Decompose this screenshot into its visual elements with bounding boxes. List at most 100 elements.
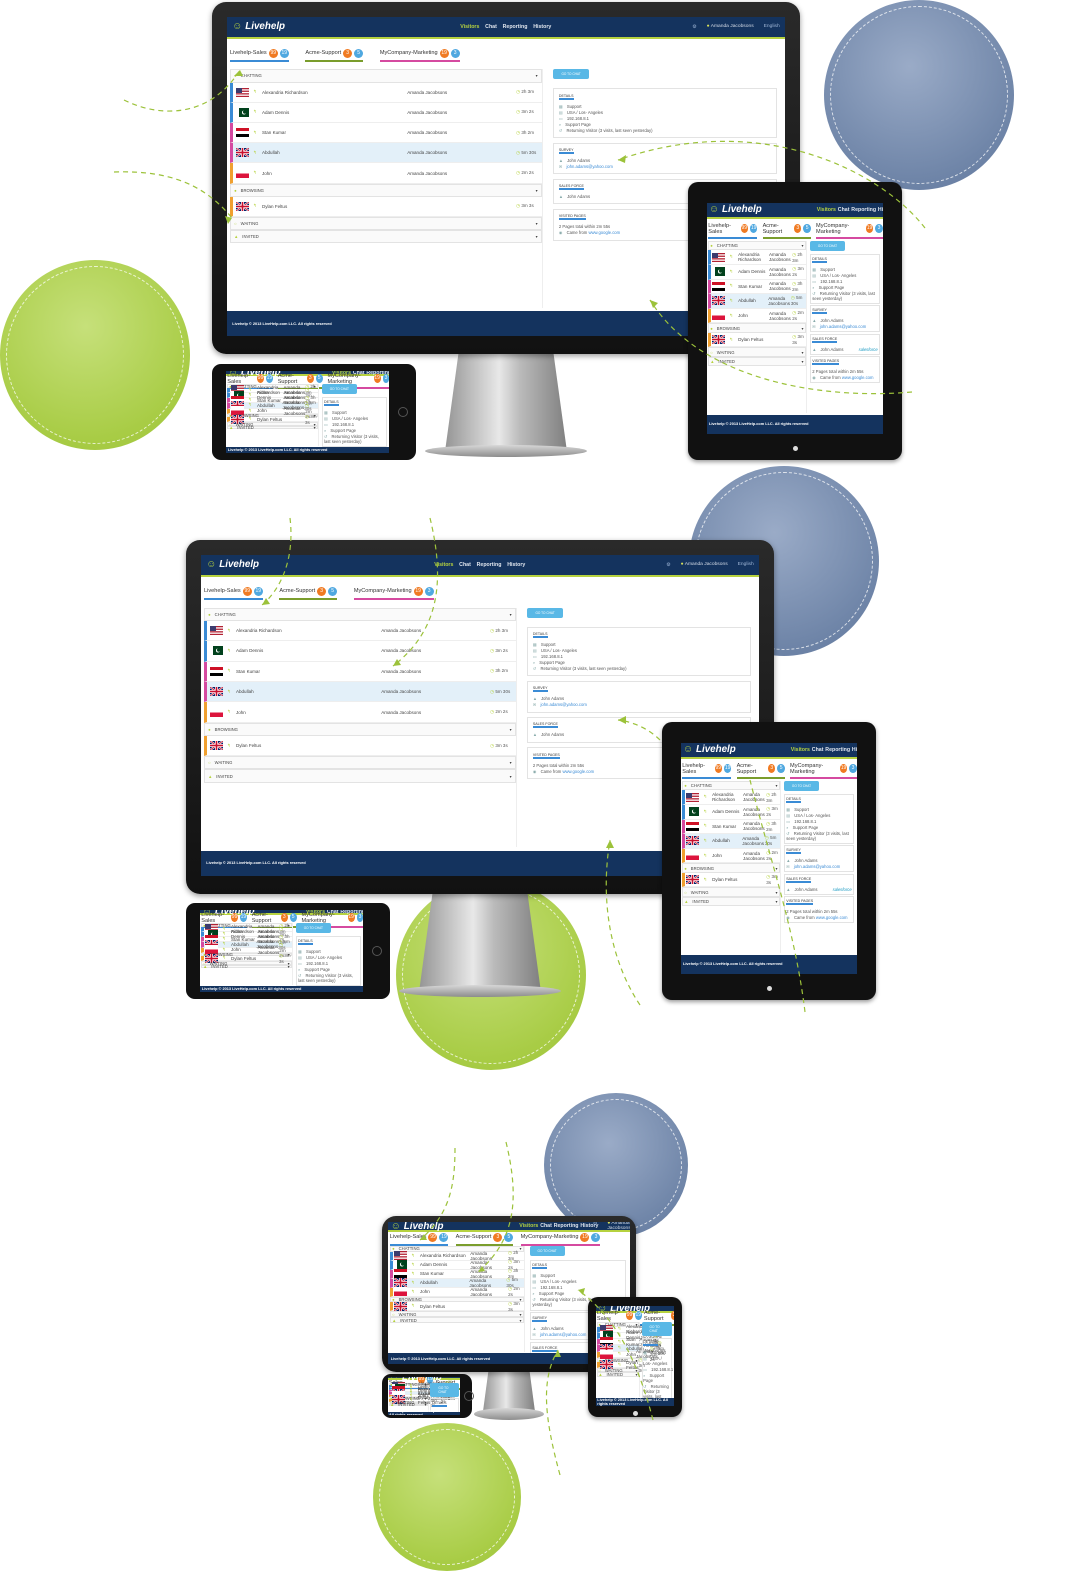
go-to-chat-button[interactable]: GO TO CHAT bbox=[553, 69, 589, 80]
visitor-row[interactable]: ↰AbdullahAmanda Jacobsons5m 30s bbox=[204, 682, 516, 703]
nav-chat[interactable]: Chat bbox=[838, 207, 850, 213]
section-chatting[interactable]: ● CHATTING ▾ bbox=[204, 607, 516, 621]
logo[interactable]: ☺Livehelp bbox=[683, 744, 736, 755]
go-to-chat-button[interactable]: GO TO CHAT bbox=[321, 384, 357, 395]
logo[interactable]: ☺Livehelp bbox=[232, 21, 285, 32]
section-invited[interactable]: ▲ INVITED ▾ bbox=[389, 1317, 524, 1323]
tab-acme-support[interactable]: Acme-Support35 bbox=[762, 223, 811, 239]
section-browsing[interactable]: ● BROWSING ▾ bbox=[708, 323, 806, 333]
tab-livehelp-sales[interactable]: Livehelp-Sales9919 bbox=[230, 48, 289, 62]
visitor-row[interactable]: ↰Adam DennisAmanda Jacobsons3m 2s bbox=[708, 264, 806, 280]
nav-visitors[interactable]: Visitors bbox=[817, 207, 836, 213]
visitor-row[interactable]: ↰Stan KumarAmanda Jacobsons3h 2m bbox=[682, 819, 780, 835]
section-chatting[interactable]: ● CHATTING ▾ bbox=[682, 780, 780, 791]
logo[interactable]: ☺Livehelp bbox=[391, 1222, 444, 1231]
settings-icon[interactable]: ⚙ bbox=[666, 562, 670, 568]
go-to-chat-button[interactable]: GO TO CHAT bbox=[430, 1383, 460, 1398]
section-chatting[interactable]: ● CHATTING ▾ bbox=[230, 69, 542, 83]
section-invited[interactable]: ▲ INVITED ▾ bbox=[204, 769, 516, 783]
nav-reporting[interactable]: Reporting bbox=[554, 1223, 579, 1229]
tab-acme-support[interactable]: Acme-Support35 bbox=[305, 48, 364, 62]
logo[interactable]: ☺Livehelp bbox=[206, 559, 259, 570]
visitor-row[interactable]: ↰Alexandria RichardsonAmanda Jacobsons2h… bbox=[204, 620, 516, 642]
tab-livehelp-sales[interactable]: Livehelp-Sales9919 bbox=[682, 763, 732, 779]
visitor-row[interactable]: ↰JohnAmanda Jacobsons2m 2s bbox=[682, 848, 780, 864]
visitor-row[interactable]: ↰AbdullahAmanda Jacobsons5m 30s bbox=[708, 294, 806, 309]
nav-chat[interactable]: Chat bbox=[540, 1223, 552, 1229]
nav-visitors[interactable]: Visitors bbox=[434, 562, 453, 568]
section-browsing[interactable]: ● BROWSING ▾ bbox=[230, 183, 542, 197]
nav-visitors[interactable]: Visitors bbox=[791, 747, 810, 753]
language-select[interactable]: English bbox=[764, 24, 780, 30]
visitor-row[interactable]: ↰Adam DennisAmanda Jacobsons3m 2s bbox=[682, 804, 780, 820]
visitor-row[interactable]: ↰Dylan Feltus3m 3s bbox=[389, 1301, 524, 1312]
section-invited[interactable]: ▲ INVITED ▾ bbox=[227, 425, 318, 430]
tab-acme-support[interactable]: Acme-Support35 bbox=[279, 586, 338, 600]
nav-visitors[interactable]: Visitors bbox=[519, 1223, 538, 1229]
section-browsing[interactable]: ● BROWSING ▾ bbox=[204, 722, 516, 736]
visitor-row[interactable]: ↰JohnAmanda Jacobsons2m 2s bbox=[230, 163, 542, 184]
go-to-chat-button[interactable]: GO TO CHAT bbox=[809, 240, 846, 251]
visitor-row[interactable]: ↰Dylan Feltus3m 3s bbox=[204, 735, 516, 757]
go-to-chat-button[interactable]: GO TO CHAT bbox=[527, 607, 563, 618]
tab-mycompany-marketing[interactable]: MyCompany-Marketing 19 3 bbox=[353, 586, 434, 600]
tab-acme-support[interactable]: Acme-Support35 bbox=[736, 763, 785, 779]
tab-mycompany-marketing[interactable]: MyCompany-Marketing 19 3 bbox=[520, 1232, 601, 1246]
nav-history[interactable]: History bbox=[507, 562, 525, 568]
nav-history[interactable]: History bbox=[533, 24, 551, 30]
settings-icon[interactable]: ⚙ bbox=[692, 24, 696, 30]
go-to-chat-button[interactable]: GO TO CHAT bbox=[529, 1245, 565, 1256]
visitor-row[interactable]: ↰Alexandria RichardsonAmanda Jacobsons2h… bbox=[708, 250, 806, 265]
tab-acme-support[interactable]: Acme-Support35 bbox=[455, 1232, 514, 1246]
visitor-row[interactable]: ↰Alexandria RichardsonAmanda Jacobsons2h… bbox=[682, 790, 780, 805]
nav-history[interactable]: History bbox=[878, 207, 883, 213]
nav-reporting[interactable]: Reporting bbox=[503, 24, 528, 30]
section-invited[interactable]: ▲ INVITED ▾ bbox=[682, 896, 780, 907]
visitor-row[interactable]: ↰Dylan Feltus3m 3s bbox=[230, 196, 542, 218]
visitor-row[interactable]: ↰Dylan Feltus3m 3s bbox=[682, 872, 780, 888]
section-invited[interactable]: ▲ INVITED ▾ bbox=[708, 356, 806, 367]
logo[interactable]: ☺Livehelp bbox=[709, 204, 762, 215]
nav-chat[interactable]: Chat bbox=[459, 562, 471, 568]
visitor-row[interactable]: ↰Adam DennisAmanda Jacobsons3m 2s bbox=[204, 641, 516, 662]
visitor-row[interactable]: ↰JohnAmanda Jacobsons2m 2s bbox=[708, 308, 806, 324]
go-to-chat-button[interactable]: GO TO CHAT bbox=[295, 923, 331, 934]
section-invited[interactable]: ▲ INVITED ▾ bbox=[201, 964, 292, 969]
section-waiting[interactable]: ○ WAITING ▾ bbox=[204, 756, 516, 770]
visitor-row[interactable]: ↰Adam DennisAmanda Jacobsons3m 2s bbox=[230, 102, 542, 123]
user-menu[interactable]: Amanda Jacobsons bbox=[607, 1222, 629, 1231]
go-to-chat-button[interactable]: GO TO CHAT bbox=[783, 780, 820, 791]
section-waiting[interactable]: ○ WAITING ▾ bbox=[230, 217, 542, 231]
visitor-row[interactable]: ↰Stan KumarAmanda Jacobsons3h 2m bbox=[230, 122, 542, 144]
visitor-row[interactable]: ↰Dylan Feltus3m 3s bbox=[708, 332, 806, 348]
visitor-row[interactable]: ↰AbdullahAmanda Jacobsons5m 30s bbox=[682, 834, 780, 849]
nav-chat[interactable]: Chat bbox=[485, 24, 497, 30]
tab-mycompany-marketing[interactable]: MyCompany-Marketing 19 3 bbox=[790, 763, 857, 779]
section-waiting[interactable]: ○ WAITING ▾ bbox=[682, 887, 780, 897]
visitor-row[interactable]: ↰JohnAmanda Jacobsons2m 2s bbox=[389, 1286, 524, 1297]
nav-reporting[interactable]: Reporting bbox=[825, 747, 850, 753]
language-select[interactable]: English bbox=[738, 562, 754, 568]
user-menu[interactable]: Amanda Jacobsons bbox=[707, 24, 754, 30]
go-to-chat-button[interactable]: GO TO CHAT bbox=[641, 1322, 673, 1337]
section-browsing[interactable]: ● BROWSING ▾ bbox=[682, 863, 780, 873]
visitor-row[interactable]: ↰Stan KumarAmanda Jacobsons3h 2m bbox=[708, 279, 806, 295]
nav-history[interactable]: History bbox=[852, 747, 857, 753]
visitor-row[interactable]: ↰JohnAmanda Jacobsons2m 2s bbox=[204, 702, 516, 723]
settings-icon[interactable]: ⚙ bbox=[593, 1222, 597, 1231]
nav-visitors[interactable]: Visitors bbox=[460, 24, 479, 30]
nav-chat[interactable]: Chat bbox=[812, 747, 824, 753]
section-chatting[interactable]: ● CHATTING ▾ bbox=[708, 240, 806, 251]
visitor-row[interactable]: ↰AbdullahAmanda Jacobsons5m 30s bbox=[230, 143, 542, 164]
nav-reporting[interactable]: Reporting bbox=[851, 207, 876, 213]
tab-livehelp-sales[interactable]: Livehelp-Sales9919 bbox=[204, 586, 263, 600]
section-waiting[interactable]: ○ WAITING ▾ bbox=[708, 347, 806, 357]
tab-livehelp-sales[interactable]: Livehelp-Sales9919 bbox=[708, 223, 758, 239]
nav-reporting[interactable]: Reporting bbox=[477, 562, 502, 568]
tab-mycompany-marketing[interactable]: MyCompany-Marketing 19 3 bbox=[379, 48, 460, 62]
tab-mycompany-marketing[interactable]: MyCompany-Marketing 19 3 bbox=[816, 223, 883, 239]
tab-livehelp-sales[interactable]: Livehelp-Sales9919 bbox=[389, 1232, 449, 1246]
section-invited[interactable]: ▲ INVITED ▾ bbox=[230, 230, 542, 244]
section-invited[interactable]: ▲ INVITED ▾ bbox=[596, 1372, 640, 1377]
user-menu[interactable]: Amanda Jacobsons bbox=[681, 562, 728, 568]
